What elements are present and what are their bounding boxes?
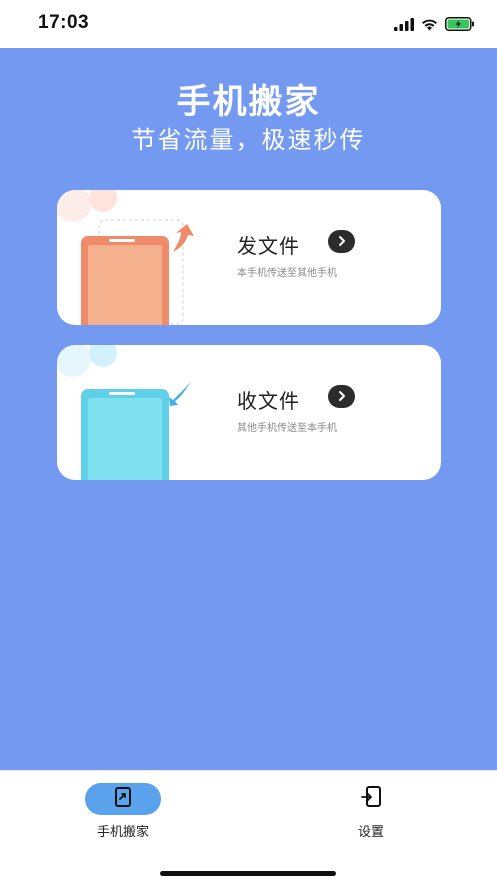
tab-active-pill bbox=[85, 783, 161, 815]
chevron-right-icon bbox=[337, 232, 347, 251]
status-icons bbox=[394, 16, 475, 35]
page-subtitle: 节省流量，极速秒传 bbox=[131, 126, 366, 154]
receive-file-card[interactable]: 收文件 其他手机传送至本手机 bbox=[57, 345, 441, 480]
tab-pill bbox=[333, 783, 409, 815]
wifi-icon bbox=[421, 16, 438, 35]
receive-file-title: 收文件 bbox=[237, 389, 300, 413]
battery-icon bbox=[445, 16, 475, 35]
home-indicator bbox=[160, 871, 336, 876]
tab-settings[interactable]: 设置 bbox=[311, 783, 431, 840]
status-time: 17:03 bbox=[38, 12, 90, 33]
receive-arrow-button[interactable] bbox=[328, 385, 355, 408]
page-title: 手机搬家 bbox=[176, 82, 321, 122]
send-phone-illustration bbox=[57, 190, 207, 325]
send-file-card[interactable]: 发文件 本手机传送至其他手机 bbox=[57, 190, 441, 325]
signal-icon bbox=[394, 16, 414, 35]
send-arrow-button[interactable] bbox=[328, 230, 355, 253]
tab-phone-transfer[interactable]: 手机搬家 bbox=[63, 783, 183, 840]
send-file-title: 发文件 bbox=[237, 234, 300, 258]
tab-settings-label: 设置 bbox=[357, 825, 384, 840]
bottom-tab-bar: 手机搬家 设置 bbox=[0, 770, 497, 883]
receive-phone-illustration bbox=[57, 345, 207, 480]
settings-icon bbox=[361, 786, 381, 812]
send-file-description: 本手机传送至其他手机 bbox=[237, 268, 337, 279]
phone-transfer-icon bbox=[115, 787, 131, 811]
status-bar: 17:03 bbox=[0, 0, 497, 48]
tab-phone-transfer-label: 手机搬家 bbox=[96, 825, 149, 840]
chevron-right-icon bbox=[337, 387, 347, 406]
receive-file-description: 其他手机传送至本手机 bbox=[237, 423, 337, 434]
